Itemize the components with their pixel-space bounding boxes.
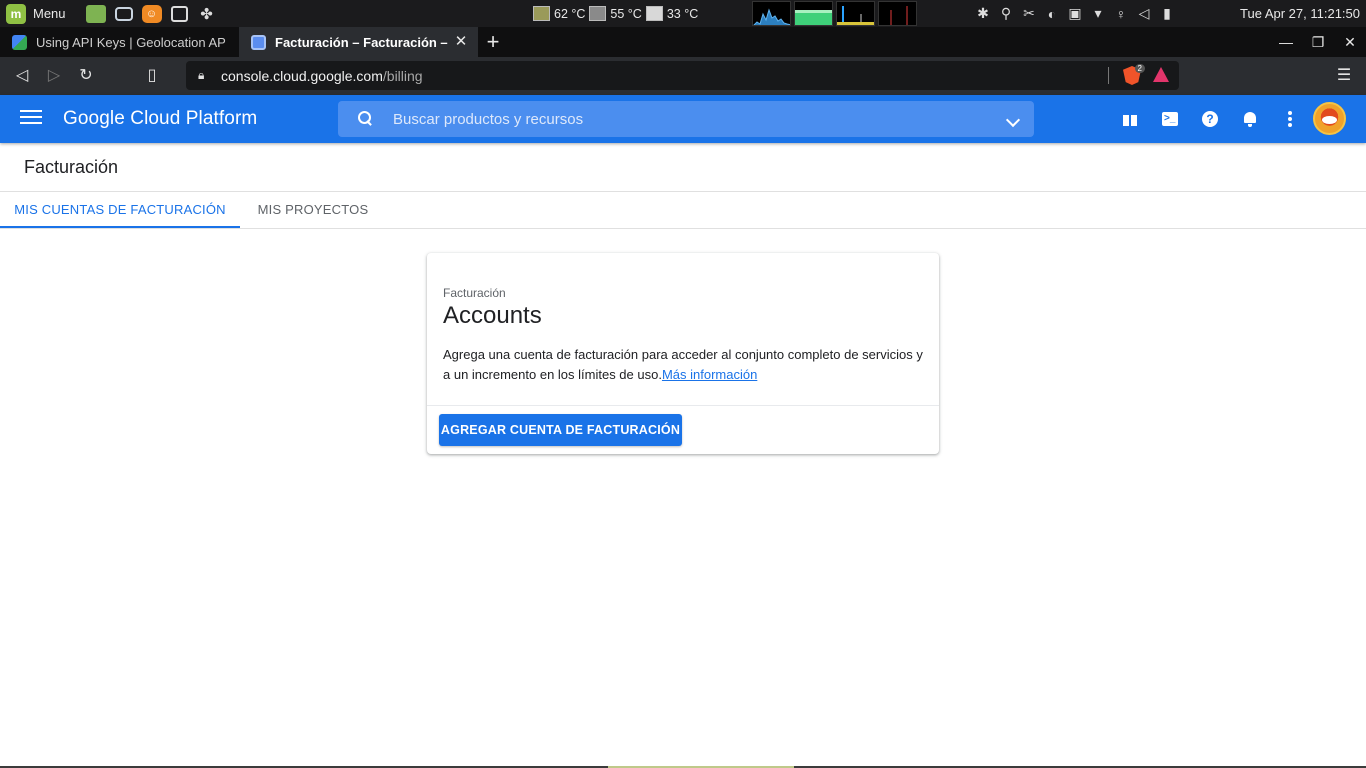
card-heading: Accounts (443, 302, 542, 329)
network-graph (836, 1, 875, 26)
add-billing-account-button[interactable]: AGREGAR CUENTA DE FACTURACIÓN (439, 414, 682, 446)
shields-count-badge: 2 (1134, 64, 1145, 73)
notifications-bell-icon[interactable] (1240, 109, 1260, 129)
url-path: /billing (382, 67, 423, 84)
back-button[interactable]: ◁ (6, 60, 38, 92)
navigation-menu-icon[interactable] (20, 110, 42, 128)
close-tab-icon[interactable]: ✕ (452, 33, 470, 51)
gcp-title[interactable]: Google Cloud Platform (63, 108, 257, 130)
temp-reading-3: 33 °C (666, 6, 699, 21)
nvidia-icon[interactable]: ▣ (1068, 5, 1082, 22)
clock[interactable]: Tue Apr 27, 11:21:50 (1240, 0, 1360, 27)
minimize-icon[interactable]: — (1270, 27, 1302, 57)
tab-geolocation-api[interactable]: Using API Keys | Geolocation API (0, 27, 239, 57)
maximize-icon[interactable]: ❐ (1302, 27, 1334, 57)
temp-reading-1: 62 °C (554, 6, 586, 21)
search-icon (358, 111, 372, 125)
usb-icon[interactable]: ⚲ (999, 5, 1013, 22)
cloud-shell-icon[interactable] (1160, 109, 1180, 129)
more-vert-icon[interactable] (1280, 109, 1300, 129)
more-info-link[interactable]: Más información (662, 367, 757, 382)
cpu-graph (752, 1, 791, 26)
lock-icon: 🔒︎ (198, 68, 205, 82)
volume-icon[interactable]: ◁ (1137, 5, 1151, 22)
gcp-header: Google Cloud Platform (0, 95, 1366, 143)
billing-accounts-card: Facturación Accounts Agrega una cuenta d… (427, 253, 939, 454)
chip-icon (589, 6, 607, 21)
tab-title: Facturación – Facturación – Google Cloud… (275, 34, 451, 50)
billing-favicon-icon (251, 34, 266, 50)
system-tray: ✱ ⚲ ✂ ◐ ▣ ▾ ♀ ◁ ▮ (976, 0, 1183, 27)
browser-menu-icon[interactable]: ☰ (1334, 61, 1354, 91)
maps-favicon-icon (12, 34, 27, 50)
brave-rewards-icon[interactable] (1153, 67, 1169, 82)
paw-launcher-icon[interactable]: ✤ (197, 5, 217, 23)
drive-icon (645, 6, 663, 21)
address-bar[interactable]: 🔒︎ console.cloud.google.com/billing 2 (186, 61, 1179, 90)
bluetooth-icon[interactable]: ✱ (976, 5, 990, 22)
camera-launcher-icon[interactable] (114, 6, 133, 21)
avatar[interactable] (1313, 102, 1346, 135)
temp-reading-2: 55 °C (610, 6, 642, 21)
reload-button[interactable]: ↻ (70, 60, 102, 92)
files-launcher-icon[interactable] (85, 4, 106, 23)
battery-icon[interactable]: ▮ (1160, 5, 1174, 22)
cpu-chip-icon (533, 6, 550, 21)
window-controls: — ❐ ✕ (1270, 27, 1366, 57)
tab-mis-proyectos[interactable]: MIS PROYECTOS (240, 192, 386, 228)
tab-facturacion[interactable]: Facturación – Facturación – Google Cloud… (239, 27, 478, 57)
tab-mis-cuentas[interactable]: MIS CUENTAS DE FACTURACIÓN (0, 192, 240, 228)
scissors-icon[interactable]: ✂ (1022, 5, 1036, 22)
os-top-panel: m Menu ☺ ✤ 62 °C 55 °C 33 °C ✱ ⚲ ✂ ◐ ▣ ▾… (0, 0, 1366, 27)
disk-graph (878, 1, 917, 26)
os-menu-button[interactable]: Menu (33, 6, 66, 21)
url-host: console.cloud.google.com (221, 67, 383, 84)
mint-menu-icon[interactable]: m (6, 3, 26, 24)
bookmark-icon[interactable]: ▯ (136, 60, 168, 92)
chevron-down-icon[interactable] (1005, 112, 1021, 128)
browser-toolbar: ◁ ▷ ↻ ▯ 🔒︎ console.cloud.google.com/bill… (0, 57, 1366, 95)
night-light-icon[interactable]: ◐ (1045, 6, 1059, 22)
card-description: Agrega una cuenta de facturación para ac… (443, 345, 929, 385)
new-tab-button[interactable]: + (478, 27, 508, 57)
temperature-monitor: 62 °C 55 °C 33 °C (533, 0, 702, 27)
wifi-icon[interactable]: ▾ (1091, 5, 1105, 22)
gift-icon[interactable] (1120, 109, 1140, 129)
app-launcher-icon[interactable]: ☺ (141, 4, 162, 23)
lightbulb-icon[interactable]: ♀ (1114, 6, 1128, 22)
forward-button[interactable]: ▷ (38, 60, 70, 92)
card-eyebrow: Facturación (443, 286, 506, 300)
memory-graph (794, 1, 833, 26)
search-input[interactable] (393, 101, 993, 137)
card-divider (427, 405, 939, 406)
close-window-icon[interactable]: ✕ (1334, 27, 1366, 57)
search-bar[interactable] (338, 101, 1034, 137)
help-icon[interactable] (1200, 109, 1220, 129)
page-title: Facturación (24, 157, 119, 177)
browser-tab-strip: Using API Keys | Geolocation API Factura… (0, 27, 1366, 57)
page-tabs: MIS CUENTAS DE FACTURACIÓN MIS PROYECTOS (0, 192, 1366, 229)
image-viewer-launcher-icon[interactable] (170, 5, 188, 22)
address-bar-divider (1108, 67, 1109, 84)
tab-title: Using API Keys | Geolocation API (36, 34, 226, 50)
